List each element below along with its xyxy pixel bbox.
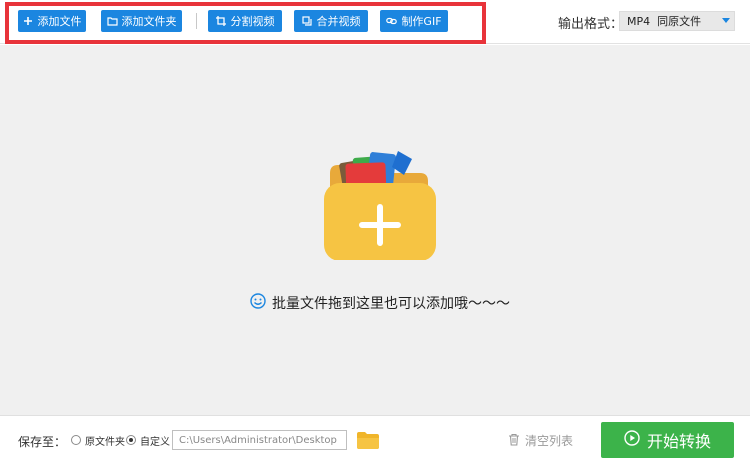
radio-custom-label: 自定义 <box>140 437 170 448</box>
highlight-box <box>5 2 486 44</box>
toolbar: 添加文件 添加文件夹 分割视频 合并视频 制作GIF 输出格式： MP4 同原文… <box>0 0 750 44</box>
smiley-icon <box>250 293 266 313</box>
output-format-select[interactable]: MP4 同原文件 <box>619 11 735 31</box>
radio-original-folder-label: 原文件夹 <box>85 437 125 448</box>
drop-hint: 批量文件拖到这里也可以添加哦～～～ <box>250 293 510 313</box>
bottom-bar: 保存至： 原文件夹 自定义 清空列表 开始转换 <box>0 415 750 464</box>
save-path-input[interactable] <box>172 430 347 450</box>
output-format-value: MP4 同原文件 <box>627 15 702 28</box>
drop-area[interactable]: 批量文件拖到这里也可以添加哦～～～ <box>0 45 750 415</box>
output-format-label: 输出格式： <box>558 17 624 32</box>
browse-folder-icon[interactable] <box>356 430 380 450</box>
start-convert-label: 开始转换 <box>646 432 711 451</box>
radio-custom[interactable] <box>126 435 136 445</box>
clear-list-label: 清空列表 <box>525 434 574 448</box>
play-circle-icon <box>624 430 640 450</box>
drop-hint-text: 批量文件拖到这里也可以添加哦～～～ <box>272 296 510 312</box>
save-to-label: 保存至： <box>18 435 67 449</box>
start-convert-button[interactable]: 开始转换 <box>601 422 734 458</box>
add-folder-illustration[interactable] <box>320 145 440 261</box>
trash-icon <box>508 433 520 449</box>
radio-original-folder[interactable] <box>71 435 81 445</box>
clear-list-button[interactable]: 清空列表 <box>508 432 573 449</box>
dropdown-arrow-icon <box>722 18 730 23</box>
